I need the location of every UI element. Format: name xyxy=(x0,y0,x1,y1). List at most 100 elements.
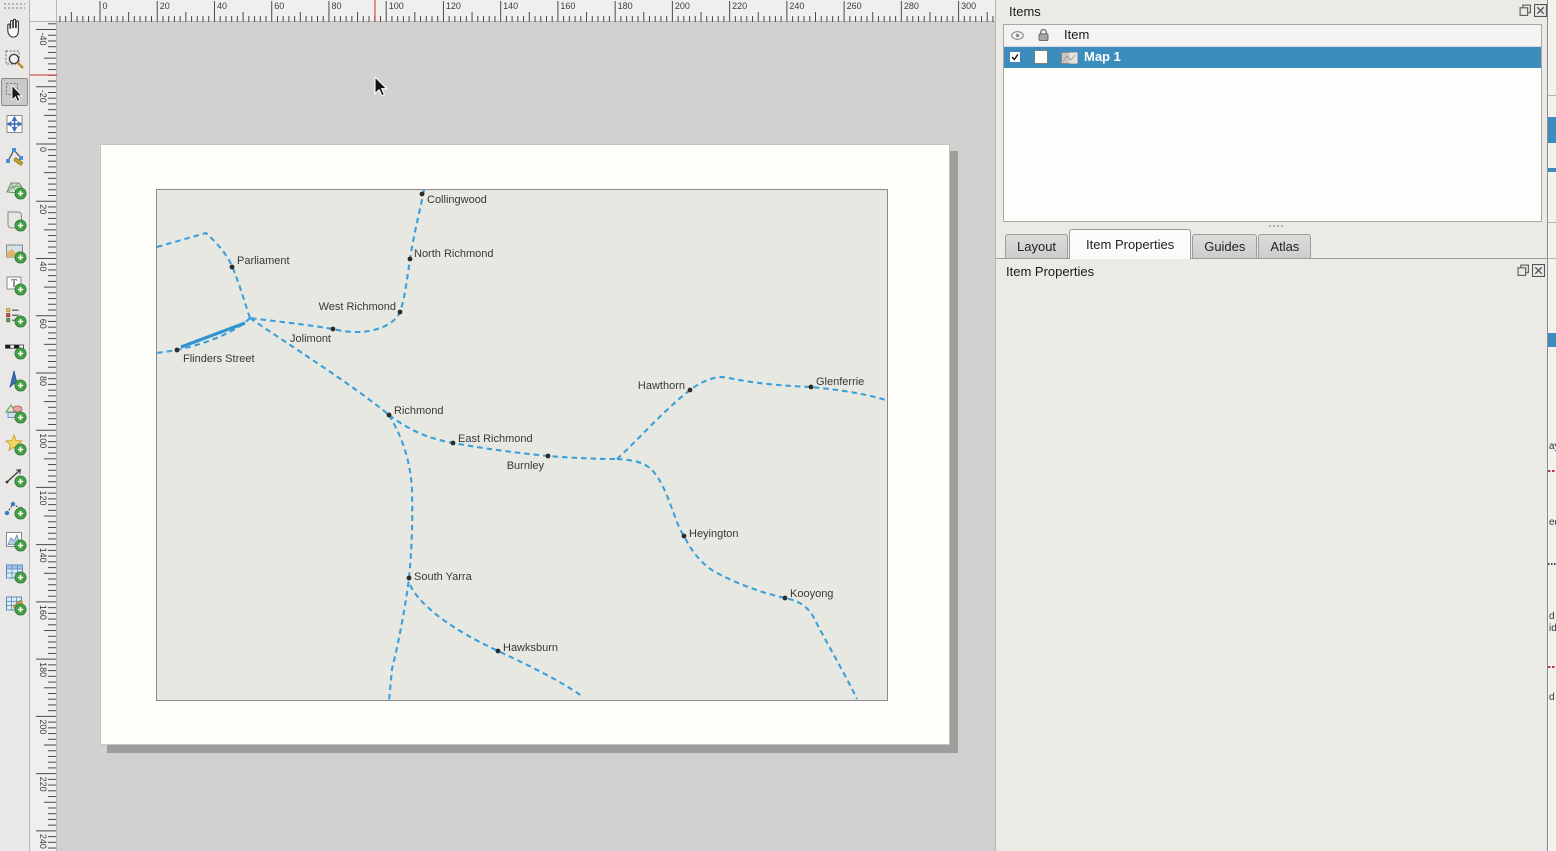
add-attribute-table-tool[interactable] xyxy=(1,558,28,586)
lock-checkbox[interactable] xyxy=(1034,50,1048,64)
item-properties-panel-buttons xyxy=(1517,264,1545,277)
clipped-text-fragment: ay xyxy=(1549,441,1556,452)
add-map-icon xyxy=(3,176,27,200)
station-label: Hawksburn xyxy=(503,642,558,654)
tab-item-properties[interactable]: Item Properties xyxy=(1069,229,1191,259)
visibility-checkbox[interactable] xyxy=(1008,50,1022,64)
visibility-column-eye-icon xyxy=(1011,31,1024,40)
station-label: West Richmond xyxy=(319,301,396,313)
rail-heyington-line xyxy=(617,459,857,699)
add-picture-icon xyxy=(3,240,27,264)
close-panel-icon[interactable] xyxy=(1532,264,1545,277)
station-dot xyxy=(398,310,403,315)
station-label: Flinders Street xyxy=(183,353,255,365)
add-shape-icon xyxy=(3,400,27,424)
vertical-ruler: -40-20020406080100120140160180200220240 xyxy=(30,22,57,851)
close-panel-icon[interactable] xyxy=(1534,4,1547,17)
add-map-tool[interactable] xyxy=(1,174,28,202)
station-label: Richmond xyxy=(394,405,444,417)
tab-guides[interactable]: Guides xyxy=(1192,234,1257,258)
splitter-handle[interactable] xyxy=(1268,224,1284,228)
station-dot xyxy=(783,596,788,601)
clipped-text-fragment: id xyxy=(1549,623,1556,634)
clipped-text-fragment: d xyxy=(1549,611,1555,622)
float-panel-icon[interactable] xyxy=(1519,4,1532,17)
rail-flinders-solid xyxy=(181,323,245,347)
add-node-item-tool[interactable] xyxy=(1,494,28,522)
svg-text:160: 160 xyxy=(560,1,575,11)
map-item-icon xyxy=(1061,52,1078,64)
move-item-content-tool[interactable] xyxy=(1,110,28,138)
svg-text:40: 40 xyxy=(217,1,227,11)
station-dot xyxy=(682,534,687,539)
station-dot xyxy=(688,388,693,393)
add-north-arrow-icon xyxy=(3,368,27,392)
svg-text:80: 80 xyxy=(331,1,341,11)
add-legend-icon xyxy=(3,304,27,328)
rail-hawksburn-line xyxy=(410,585,583,697)
add-elevation-profile-tool[interactable] xyxy=(1,526,28,554)
items-tree-header: Item xyxy=(1004,25,1541,47)
items-panel-buttons xyxy=(1519,4,1547,17)
svg-text:260: 260 xyxy=(847,1,862,11)
svg-text:60: 60 xyxy=(38,319,48,329)
edit-nodes-item-tool[interactable] xyxy=(1,142,28,170)
add-arrow-tool[interactable] xyxy=(1,462,28,490)
svg-text:-20: -20 xyxy=(38,90,48,103)
divider xyxy=(1548,222,1556,223)
svg-text:200: 200 xyxy=(675,1,690,11)
station-label: Parliament xyxy=(237,255,290,267)
station-dot xyxy=(420,192,425,197)
add-3d-map-icon xyxy=(3,208,27,232)
rail-flinders-line xyxy=(157,318,250,353)
pan-icon xyxy=(3,16,27,40)
add-elevation-profile-icon xyxy=(3,528,27,552)
svg-text:0: 0 xyxy=(103,1,108,11)
dots-fragment xyxy=(1548,563,1556,565)
add-marker-tool[interactable] xyxy=(1,430,28,458)
item-row-label: Map 1 xyxy=(1084,49,1121,64)
svg-text:100: 100 xyxy=(389,1,404,11)
add-fixed-table-tool[interactable] xyxy=(1,590,28,618)
station-dot xyxy=(809,385,814,390)
add-marker-icon xyxy=(3,432,27,456)
add-north-arrow-tool[interactable] xyxy=(1,366,28,394)
select-move-item-tool[interactable] xyxy=(1,78,28,106)
float-panel-icon[interactable] xyxy=(1517,264,1530,277)
svg-text:20: 20 xyxy=(38,204,48,214)
add-legend-tool[interactable] xyxy=(1,302,28,330)
svg-text:300: 300 xyxy=(961,1,976,11)
items-tree-row-map1[interactable]: Map 1 xyxy=(1004,47,1541,68)
add-3d-map-tool[interactable] xyxy=(1,206,28,234)
add-label-icon: T xyxy=(3,272,27,296)
add-shape-tool[interactable] xyxy=(1,398,28,426)
station-label: Jolimont xyxy=(290,333,331,345)
tab-layout[interactable]: Layout xyxy=(1005,234,1068,258)
map-item-map1[interactable]: CollingwoodParliamentNorth RichmondWest … xyxy=(156,189,888,701)
tab-atlas[interactable]: Atlas xyxy=(1258,234,1311,258)
svg-text:60: 60 xyxy=(274,1,284,11)
zoom-icon xyxy=(3,48,27,72)
svg-text:280: 280 xyxy=(904,1,919,11)
clipped-text-fragment: d xyxy=(1549,692,1555,703)
svg-text:100: 100 xyxy=(38,433,48,448)
zoom-tool[interactable] xyxy=(1,46,28,74)
svg-text:240: 240 xyxy=(38,834,48,849)
station-label: Burnley xyxy=(507,460,545,472)
add-picture-tool[interactable] xyxy=(1,238,28,266)
add-fixed-table-icon xyxy=(3,592,27,616)
svg-text:220: 220 xyxy=(732,1,747,11)
add-scalebar-tool[interactable] xyxy=(1,334,28,362)
add-attribute-table-icon xyxy=(3,560,27,584)
svg-text:120: 120 xyxy=(446,1,461,11)
station-dot xyxy=(496,649,501,654)
add-label-tool[interactable]: T xyxy=(1,270,28,298)
items-panel-title: Items xyxy=(1009,2,1041,22)
page-shadow xyxy=(107,745,958,753)
selection-fragment xyxy=(1548,117,1556,143)
pan-tool[interactable] xyxy=(1,14,28,42)
move-item-content-icon xyxy=(3,112,27,136)
toolbar-drag-handle[interactable] xyxy=(3,2,25,10)
svg-text:20: 20 xyxy=(160,1,170,11)
red-dash-symbol-fragment xyxy=(1548,470,1556,472)
